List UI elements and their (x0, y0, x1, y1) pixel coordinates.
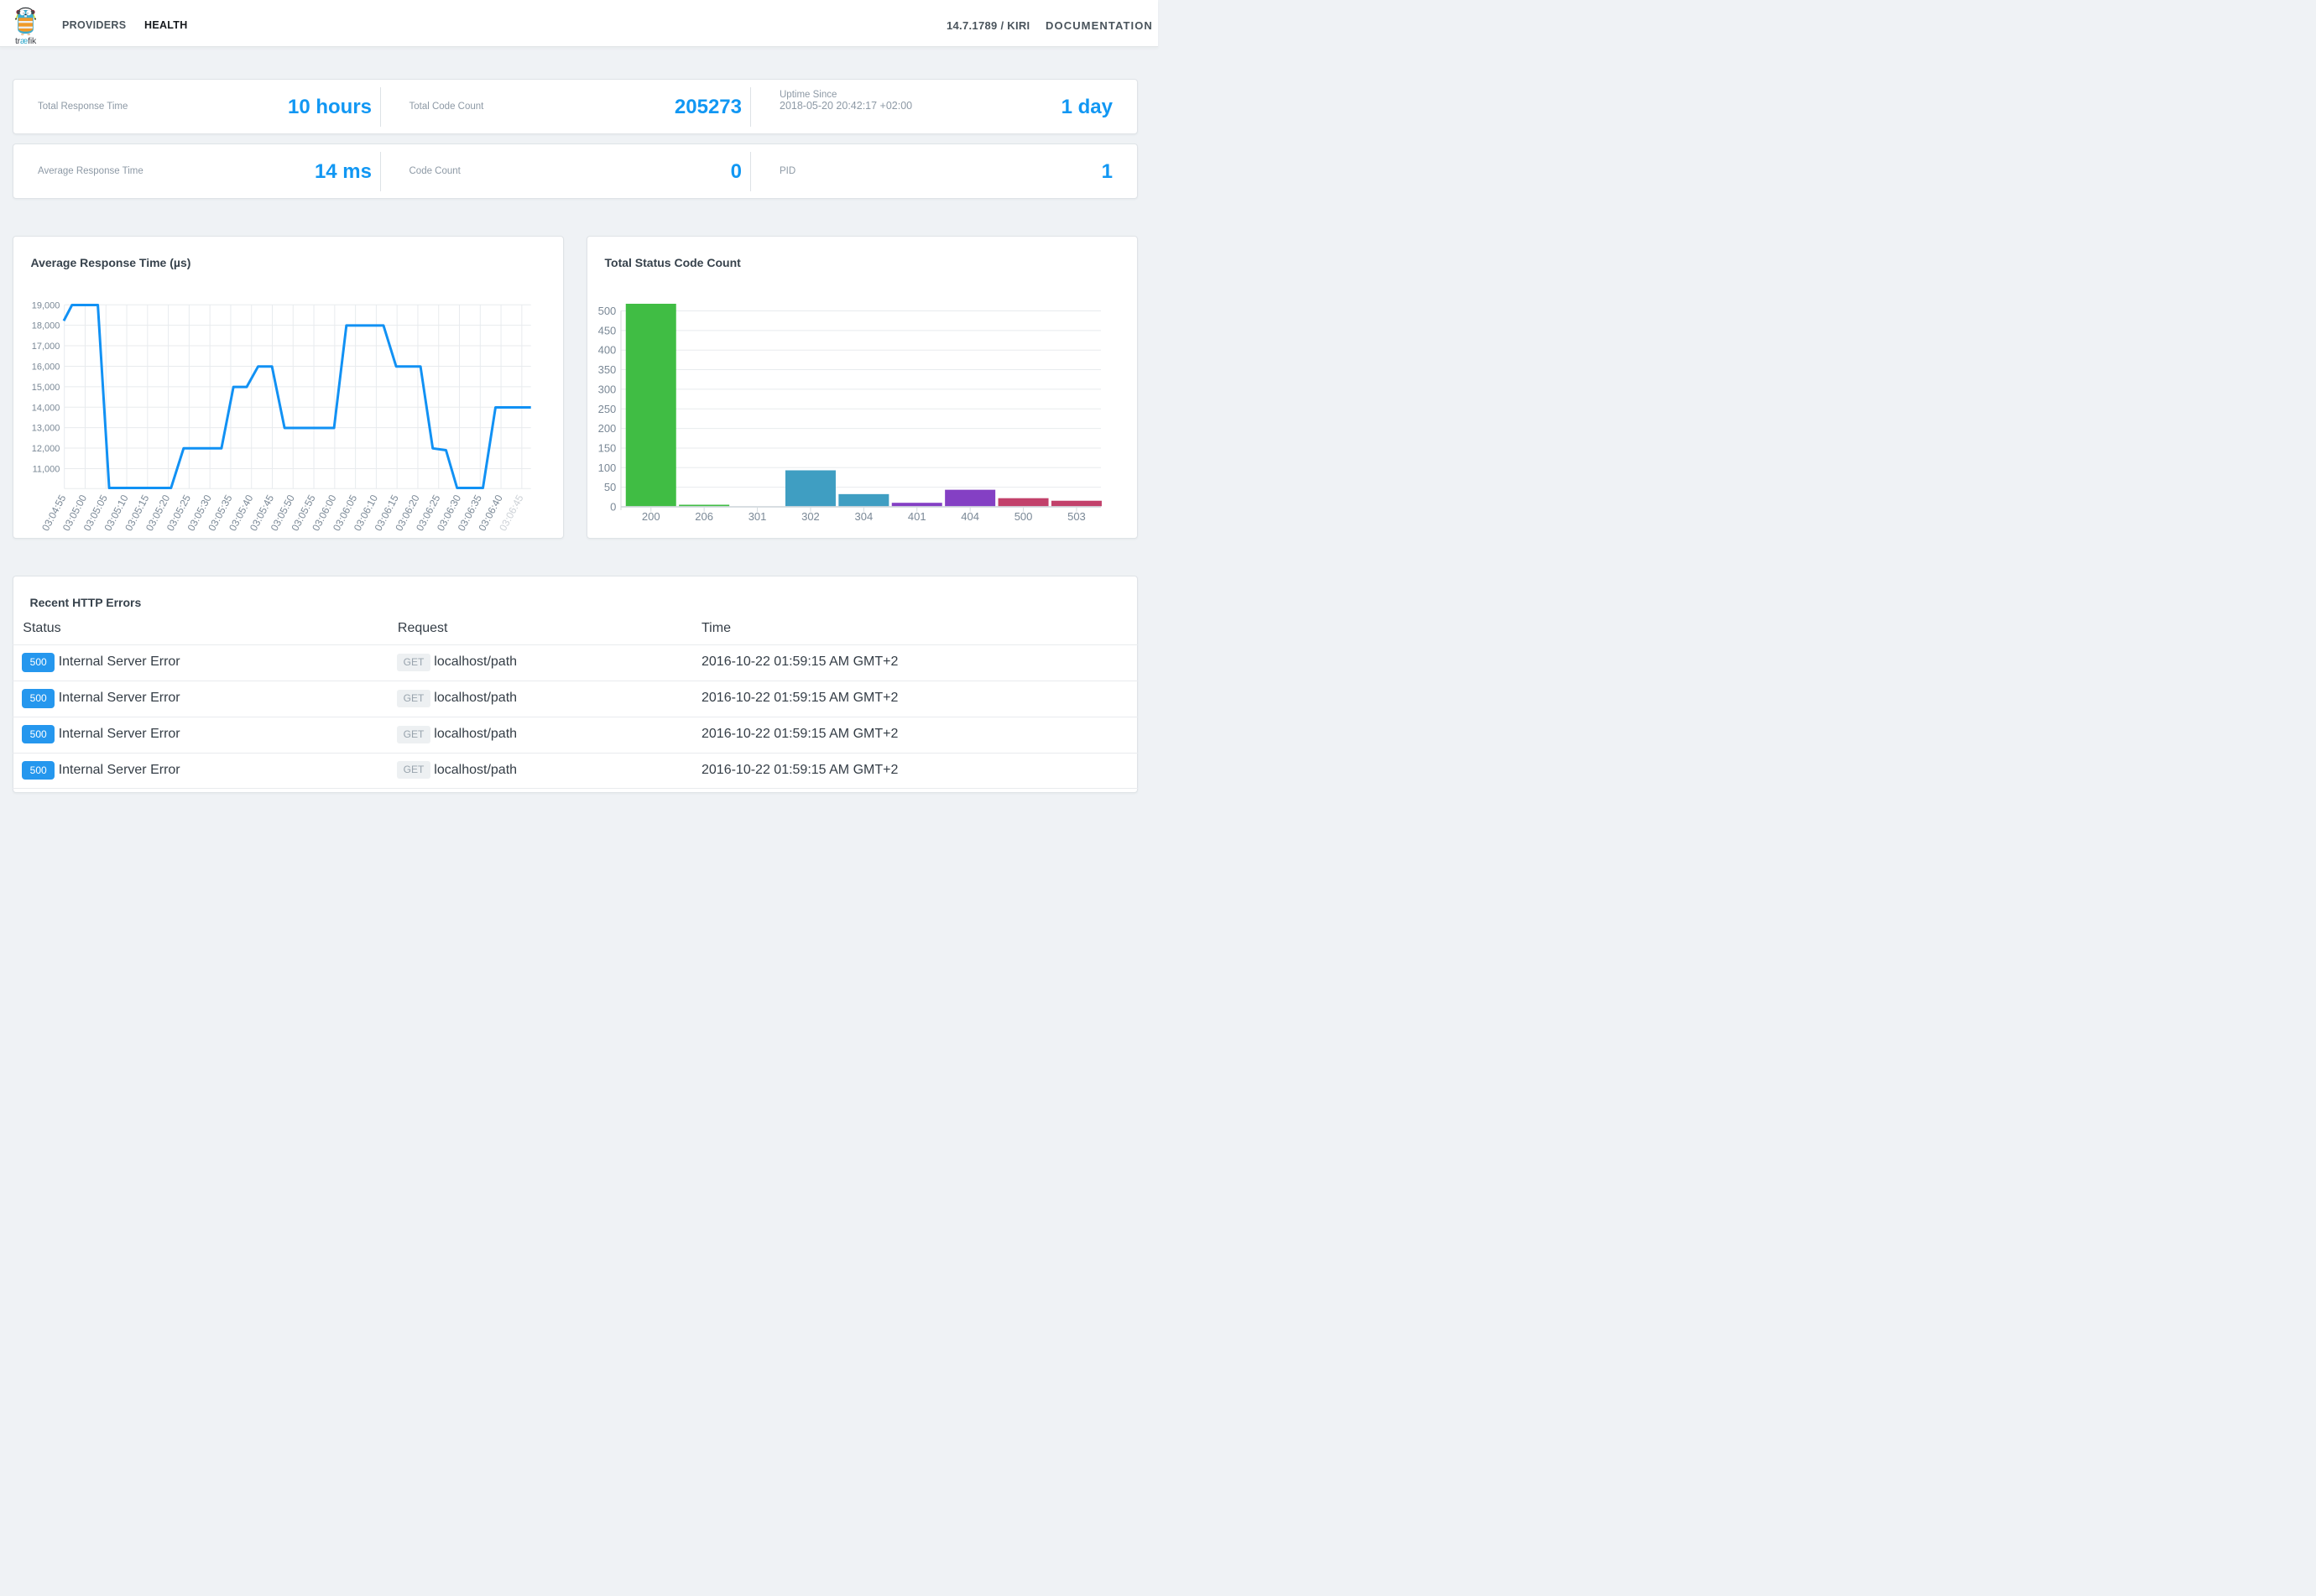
svg-text:300: 300 (598, 383, 617, 395)
svg-text:206: 206 (695, 510, 713, 523)
svg-text:404: 404 (961, 510, 979, 523)
svg-text:250: 250 (598, 403, 617, 415)
svg-text:200: 200 (642, 510, 660, 523)
svg-text:15,000: 15,000 (32, 383, 60, 393)
svg-text:14,000: 14,000 (32, 403, 60, 413)
svg-text:500: 500 (598, 305, 617, 317)
svg-text:11,000: 11,000 (33, 464, 60, 474)
svg-text:400: 400 (598, 344, 617, 357)
svg-text:19,000: 19,000 (32, 300, 60, 310)
svg-text:17,000: 17,000 (32, 342, 60, 352)
svg-text:200: 200 (598, 422, 617, 435)
svg-text:13,000: 13,000 (32, 424, 60, 434)
svg-text:500: 500 (1015, 510, 1033, 523)
svg-text:150: 150 (598, 441, 617, 454)
svg-text:304: 304 (854, 510, 873, 523)
svg-text:350: 350 (598, 363, 617, 376)
svg-text:450: 450 (598, 324, 617, 336)
svg-text:302: 302 (801, 510, 820, 523)
svg-text:401: 401 (908, 510, 926, 523)
svg-text:50: 50 (604, 481, 616, 493)
svg-text:16,000: 16,000 (32, 362, 60, 372)
svg-text:18,000: 18,000 (32, 321, 60, 331)
svg-text:0: 0 (610, 501, 616, 514)
svg-text:301: 301 (749, 510, 767, 523)
svg-text:503: 503 (1067, 510, 1086, 523)
svg-text:100: 100 (598, 462, 617, 474)
svg-text:12,000: 12,000 (32, 444, 60, 454)
